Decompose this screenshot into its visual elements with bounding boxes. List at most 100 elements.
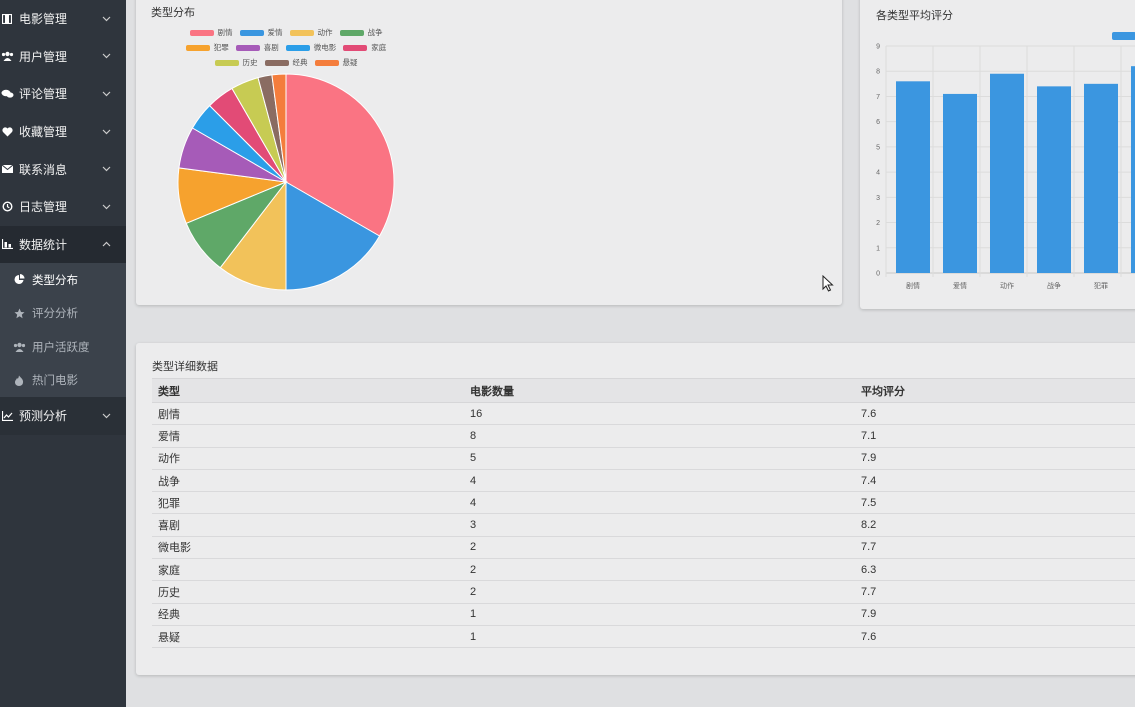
table-row: 家庭 2 6.3 [152, 558, 1135, 582]
legend-item[interactable]: 微电影 [285, 42, 336, 53]
legend-item[interactable]: 战争 [339, 27, 383, 38]
legend-item[interactable]: 犯罪 [185, 42, 229, 53]
cell-movie-count: 5 [464, 447, 855, 470]
legend-swatch [189, 29, 214, 36]
sidebar-item-messages[interactable]: 联系消息 [0, 150, 126, 188]
bar[interactable] [1037, 86, 1071, 273]
table-row: 悬疑 1 7.6 [152, 625, 1135, 649]
submenu-item-label: 热门电影 [32, 375, 78, 388]
sidebar-item-logs[interactable]: 日志管理 [0, 188, 126, 226]
cell-avg-rating: 7.9 [855, 447, 1135, 470]
y-tick-label: 9 [876, 44, 880, 51]
y-tick-label: 4 [876, 170, 880, 177]
pie-card-title: 类型分布 [151, 7, 195, 19]
bar[interactable] [896, 81, 930, 273]
legend-swatch [314, 59, 339, 66]
chevron-down-icon [96, 129, 116, 135]
cell-movie-count: 4 [464, 469, 855, 493]
bar-clipped [1131, 66, 1135, 273]
legend-swatch [339, 29, 364, 36]
y-tick-label: 5 [876, 144, 880, 151]
cell-movie-count: 8 [464, 424, 855, 448]
sidebar-item-label: 用户管理 [19, 49, 68, 64]
legend-swatch [343, 44, 368, 51]
sidebar-item-users[interactable]: 用户管理 [0, 38, 126, 76]
sidebar: 电影管理 用户管理 评论管理 收藏管理 联系消息 日志管理 数据统计 类型分布 … [0, 0, 126, 707]
legend-item[interactable]: 动作 [289, 27, 333, 38]
sidebar-item-label: 数据统计 [19, 237, 68, 252]
legend-swatch [239, 29, 264, 36]
sidebar-item-label: 预测分析 [19, 409, 68, 424]
genre-detail-table: 类型 电影数量 平均评分 剧情 16 7.6 爱情 8 7.1 动作 5 7.9 战争 4 7.4 犯罪… [152, 378, 1135, 649]
column-header-genre[interactable]: 类型 [152, 378, 464, 403]
sidebar-item-movies[interactable]: 电影管理 [0, 0, 126, 38]
cell-genre: 爱情 [152, 424, 464, 448]
legend-label: 犯罪 [213, 43, 229, 52]
column-header-movie-count[interactable]: 电影数量 [464, 378, 855, 403]
legend-label: 战争 [367, 28, 383, 37]
submenu-item-genre-distribution[interactable]: 类型分布 [0, 263, 126, 297]
legend-item[interactable]: 爱情 [239, 27, 283, 38]
cell-genre: 历史 [152, 580, 464, 604]
cell-movie-count: 1 [464, 625, 855, 649]
pie-chart-icon [12, 274, 26, 286]
heart-icon [0, 125, 15, 139]
chevron-up-icon [96, 241, 116, 247]
y-tick-label: 0 [876, 271, 880, 278]
statistics-submenu: 类型分布 评分分析 用户活跃度 热门电影 [0, 263, 126, 398]
chevron-down-icon [96, 204, 116, 210]
cell-genre: 剧情 [152, 402, 464, 426]
cell-movie-count: 2 [464, 536, 855, 560]
submenu-item-rating-analysis[interactable]: 评分分析 [0, 297, 126, 331]
submenu-item-popular-movies[interactable]: 热门电影 [0, 364, 126, 398]
legend-swatch [285, 44, 310, 51]
pie-chart [177, 73, 395, 291]
legend-row: 剧情 爱情 动作 战争 [160, 25, 412, 40]
column-header-avg-rating[interactable]: 平均评分 [855, 378, 1135, 403]
x-tick-label: 犯罪 [1094, 281, 1108, 290]
legend-label: 爱情 [267, 28, 283, 37]
x-tick-label: 战争 [1047, 281, 1061, 290]
sidebar-item-label: 收藏管理 [19, 125, 68, 140]
y-tick-label: 6 [876, 119, 880, 126]
cell-genre: 经典 [152, 603, 464, 626]
bar[interactable] [990, 73, 1024, 273]
legend-item[interactable]: 家庭 [343, 42, 386, 53]
chevron-down-icon [96, 413, 116, 419]
bar[interactable] [1084, 83, 1118, 273]
legend-label: 剧情 [217, 28, 233, 37]
table-row: 犯罪 4 7.5 [152, 491, 1135, 515]
users-icon [12, 341, 26, 353]
legend-label: 喜剧 [263, 43, 279, 52]
legend-item[interactable]: 剧情 [189, 27, 233, 38]
table-row: 经典 1 7.9 [152, 603, 1135, 626]
cell-genre: 微电影 [152, 536, 464, 560]
submenu-item-label: 类型分布 [32, 274, 78, 287]
sidebar-item-prediction[interactable]: 预测分析 [0, 397, 126, 435]
legend-label: 家庭 [371, 43, 387, 52]
cell-genre: 悬疑 [152, 625, 464, 649]
cell-genre: 喜剧 [152, 513, 464, 537]
cell-movie-count: 2 [464, 580, 855, 604]
legend-swatch [264, 59, 289, 66]
legend-item[interactable]: 喜剧 [235, 42, 279, 53]
chevron-down-icon [96, 16, 116, 22]
sidebar-item-comments[interactable]: 评论管理 [0, 75, 126, 113]
table-header-row: 类型 电影数量 平均评分 [152, 378, 1135, 403]
sidebar-item-label: 电影管理 [19, 12, 68, 27]
chevron-down-icon [96, 166, 116, 172]
sidebar-item-favorites[interactable]: 收藏管理 [0, 113, 126, 151]
legend-label: 动作 [317, 28, 333, 37]
y-tick-label: 7 [876, 94, 880, 101]
sidebar-item-statistics[interactable]: 数据统计 [0, 225, 126, 264]
star-icon [12, 307, 26, 319]
table-row: 战争 4 7.4 [152, 469, 1135, 493]
cell-avg-rating: 7.1 [855, 424, 1135, 448]
bar[interactable] [943, 93, 977, 273]
fire-icon [12, 374, 26, 386]
mouse-cursor-icon [822, 274, 834, 297]
x-tick-label: 爱情 [953, 281, 967, 290]
bar-card-title: 各类型平均评分 [876, 10, 953, 22]
submenu-item-user-activity[interactable]: 用户活跃度 [0, 330, 126, 364]
cell-avg-rating: 7.9 [855, 603, 1135, 626]
